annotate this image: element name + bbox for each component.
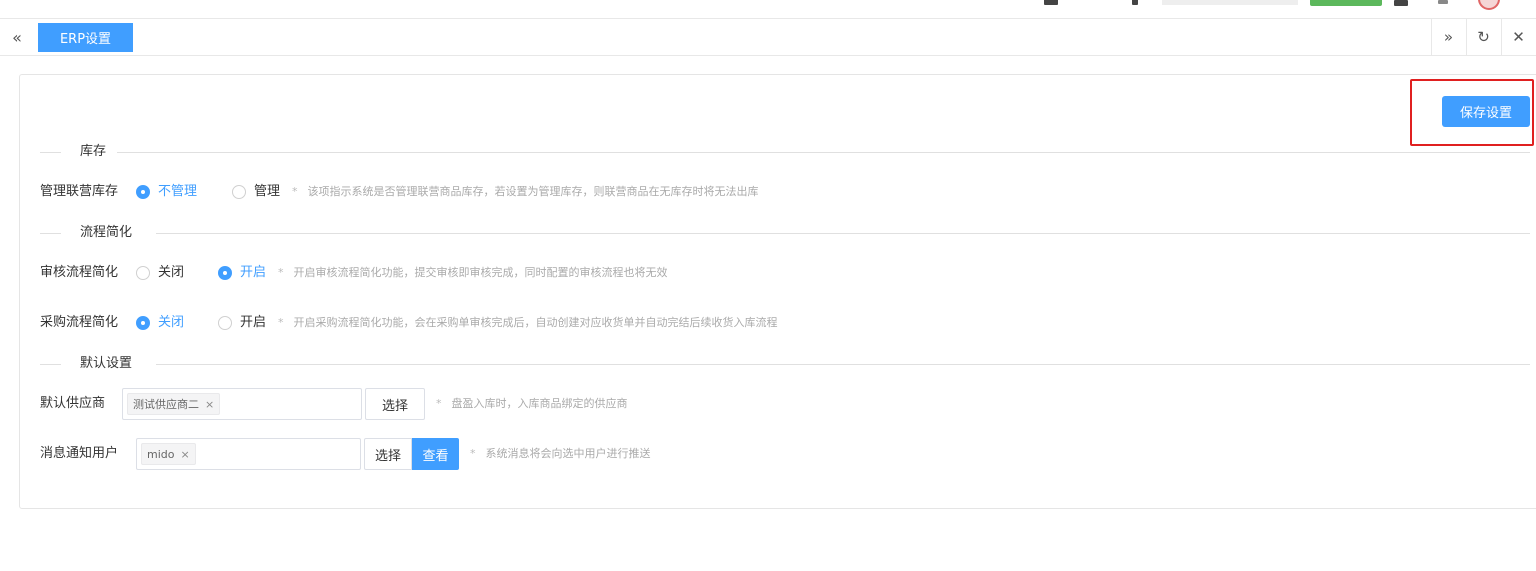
audit-label: 审核流程简化 (40, 265, 119, 280)
supplier-select-button[interactable]: 选择 (365, 388, 425, 420)
hint-text: 系统消息将会向选中用户进行推送 (485, 447, 651, 460)
tabs-bar: « ERP设置 » ↻ ✕ (0, 19, 1536, 56)
hint-text: 开启采购流程简化功能，会在采购单审核完成后，自动创建对应收货单并自动完结后续收货… (293, 316, 778, 329)
scroll-right-icon[interactable]: » (1431, 19, 1465, 55)
divider (40, 152, 61, 153)
radio-dot (136, 266, 150, 280)
radio-purchase-off[interactable]: 关闭 (136, 314, 184, 332)
radio-dot (136, 185, 150, 199)
hint-text: 开启审核流程简化功能，提交审核即审核完成，同时配置的审核流程也将无效 (293, 266, 668, 279)
section-defaults: 默认设置 (40, 355, 1530, 373)
notify-select-button[interactable]: 选择 (364, 438, 412, 470)
tab-erp-settings[interactable]: ERP设置 (38, 23, 133, 52)
radio-label: 开启 (240, 315, 267, 330)
top-header-strip (0, 0, 1536, 19)
section-title: 库存 (80, 144, 107, 159)
header-fragment (1132, 0, 1138, 5)
hint-star: * (470, 447, 476, 460)
notify-view-button[interactable]: 查看 (412, 438, 459, 470)
radio-label: 管理 (254, 184, 281, 199)
radio-label: 开启 (240, 265, 267, 280)
hint-star: * (292, 185, 298, 198)
inventory-label: 管理联营库存 (40, 184, 119, 199)
radio-dot (136, 316, 150, 330)
inventory-hint: * 该项指示系统是否管理联营商品库存，若设置为管理库存，则联营商品在无库存时将无法… (292, 184, 759, 200)
section-process: 流程简化 (40, 224, 1530, 242)
radio-dot (218, 266, 232, 280)
divider (156, 233, 1530, 234)
radio-inventory-managed[interactable]: 管理 (232, 183, 280, 201)
hint-star: * (278, 316, 284, 329)
divider (40, 233, 61, 234)
refresh-icon[interactable]: ↻ (1466, 19, 1500, 55)
radio-dot (232, 185, 246, 199)
supplier-tag: 测试供应商二 × (127, 393, 221, 415)
divider (156, 364, 1530, 365)
section-title: 默认设置 (80, 356, 133, 371)
notify-input[interactable]: mido × (136, 438, 361, 470)
radio-dot (218, 316, 232, 330)
header-search-fragment[interactable] (1162, 0, 1298, 5)
tag-label: mido (147, 447, 175, 461)
radio-audit-on[interactable]: 开启 (218, 264, 266, 282)
section-title: 流程简化 (80, 225, 133, 240)
scroll-left-icon[interactable]: « (0, 19, 34, 55)
radio-label: 关闭 (158, 265, 185, 280)
tag-label: 测试供应商二 (133, 398, 199, 411)
divider (40, 364, 61, 365)
supplier-input[interactable]: 测试供应商二 × (122, 388, 362, 420)
radio-inventory-unmanaged[interactable]: 不管理 (136, 183, 197, 201)
purchase-hint: * 开启采购流程简化功能，会在采购单审核完成后，自动创建对应收货单并自动完结后续收… (278, 315, 778, 331)
hint-text: 盘盈入库时，入库商品绑定的供应商 (451, 397, 628, 410)
grid-icon[interactable] (1394, 0, 1408, 6)
supplier-hint: * 盘盈入库时，入库商品绑定的供应商 (436, 396, 628, 412)
header-green-button[interactable] (1310, 0, 1382, 6)
radio-audit-off[interactable]: 关闭 (136, 264, 184, 282)
audit-hint: * 开启审核流程简化功能，提交审核即审核完成，同时配置的审核流程也将无效 (278, 265, 668, 281)
tag-close-icon[interactable]: × (180, 448, 189, 461)
header-fragment (1044, 0, 1058, 5)
hint-star: * (278, 266, 284, 279)
notify-label: 消息通知用户 (40, 446, 119, 461)
notify-hint: * 系统消息将会向选中用户进行推送 (470, 446, 651, 462)
radio-purchase-on[interactable]: 开启 (218, 314, 266, 332)
radio-label: 不管理 (158, 184, 198, 199)
divider (117, 152, 1530, 153)
purchase-label: 采购流程简化 (40, 315, 119, 330)
tag-close-icon[interactable]: × (205, 398, 214, 411)
bell-icon[interactable] (1438, 0, 1448, 4)
highlight-box (1410, 79, 1534, 146)
close-tab-icon[interactable]: ✕ (1501, 19, 1535, 55)
avatar[interactable] (1478, 0, 1500, 10)
section-inventory: 库存 (40, 143, 1530, 161)
notify-tag: mido × (141, 443, 196, 465)
hint-text: 该项指示系统是否管理联营商品库存，若设置为管理库存，则联营商品在无库存时将无法出… (307, 185, 759, 198)
radio-label: 关闭 (158, 315, 185, 330)
hint-star: * (436, 397, 442, 410)
supplier-label: 默认供应商 (40, 396, 106, 411)
